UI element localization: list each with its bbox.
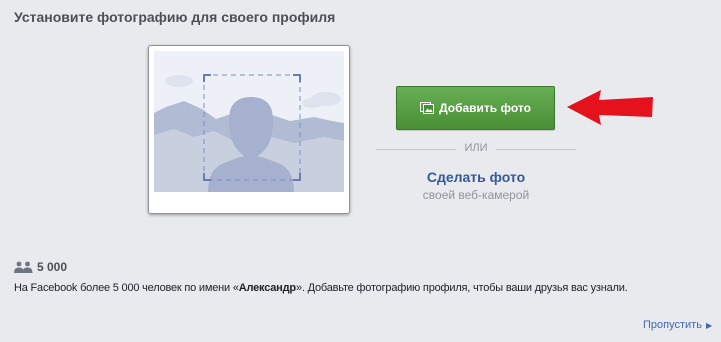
add-photo-label: Добавить фото [439,101,531,115]
silhouette-placeholder-image [154,51,344,192]
people-icon [14,261,33,273]
skip-link[interactable]: Пропустить ▶ [643,319,712,331]
description-name: Александр [238,282,296,294]
name-description: На Facebook более 5 000 человек по имени… [14,282,628,294]
page-title: Установите фотографию для своего профиля [14,9,336,25]
description-suffix: ». Добавьте фотографию профиля, чтобы ва… [295,282,628,294]
add-photo-button[interactable]: Добавить фото [396,86,555,130]
caret-right-icon: ▶ [705,321,713,330]
description-prefix: На Facebook более 5 000 человек по имени… [14,282,239,294]
or-label: ИЛИ [456,142,496,154]
people-count-value: 5 000 [37,260,68,274]
webcam-subtitle: своей веб-камерой [422,188,530,202]
take-photo-link[interactable]: Сделать фото [376,169,576,185]
skip-label: Пропустить [643,319,702,331]
profile-photo-placeholder [148,45,350,214]
red-arrow-icon [567,90,653,125]
people-count: 5 000 [14,260,67,274]
photo-icon [420,102,435,114]
